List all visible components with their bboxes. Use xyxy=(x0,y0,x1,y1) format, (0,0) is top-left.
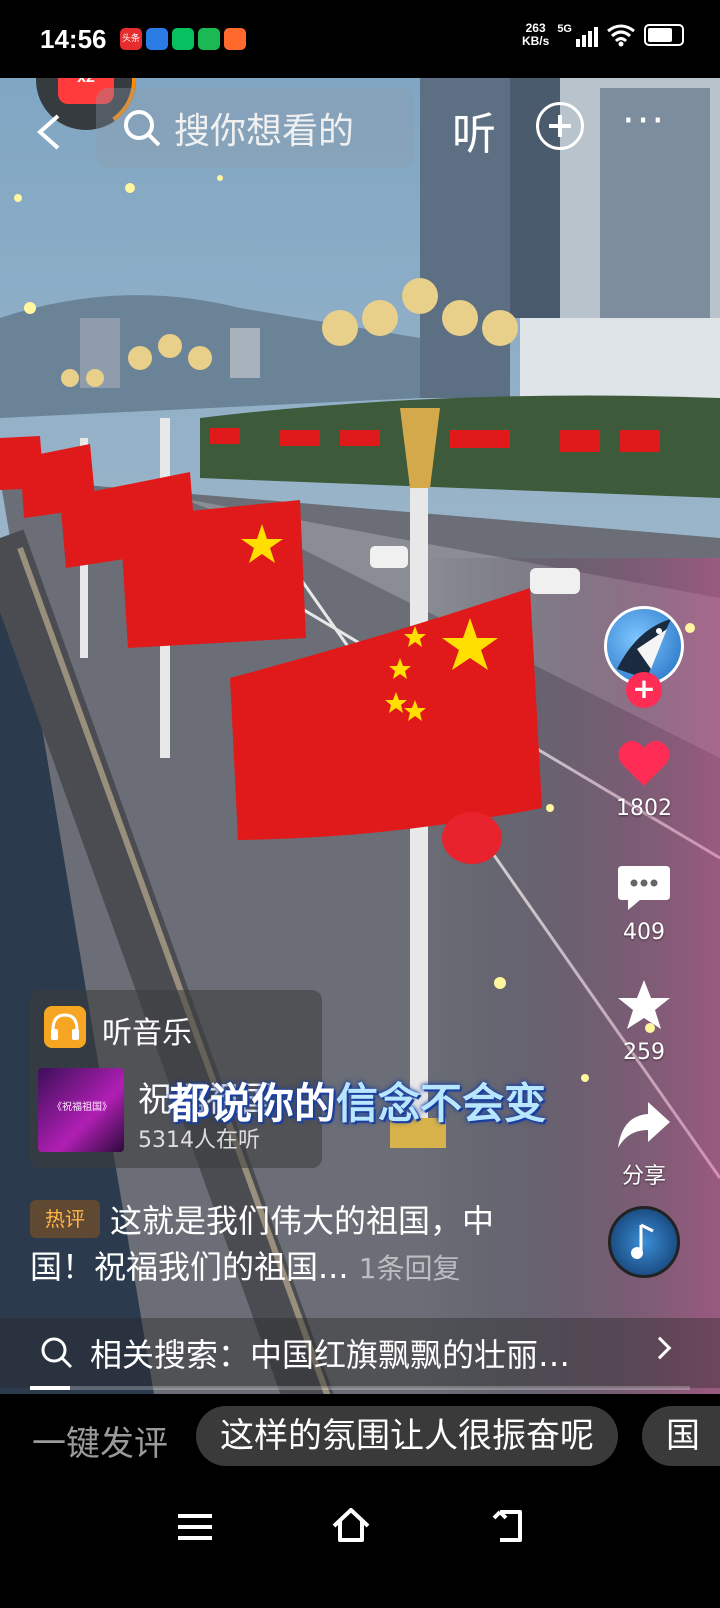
search-icon xyxy=(124,110,161,147)
subtitle-prefix: 都说你的 xyxy=(168,1079,337,1128)
toutiao-icon: 头条 xyxy=(120,28,142,50)
search-placeholder: 搜你想看的 xyxy=(174,111,355,152)
music-card-title: 听音乐 xyxy=(102,1016,192,1051)
app-orange-icon xyxy=(224,28,246,50)
album-cover-text: 《祝福祖国》 xyxy=(52,1102,112,1113)
wifi-icon xyxy=(607,24,635,47)
comment-button[interactable]: 409 xyxy=(600,862,688,945)
reply-link[interactable]: 1条回复 xyxy=(359,1252,461,1285)
related-search-text: 相关搜索：中国红旗飘飘的壮丽… xyxy=(90,1336,571,1374)
notification-icons: 头条 xyxy=(120,28,246,50)
favorite-count: 259 xyxy=(623,1040,665,1065)
back-nav-icon[interactable] xyxy=(490,1508,526,1544)
app-green-icon xyxy=(198,28,220,50)
navigation-bar xyxy=(0,1484,720,1608)
album-cover: 《祝福祖国》 xyxy=(38,1068,124,1152)
status-bar: 14:56 头条 263 KB/s 5G xyxy=(0,0,720,78)
comment-icon xyxy=(618,866,670,910)
chevron-right-icon xyxy=(648,1336,672,1360)
search-icon xyxy=(41,1337,73,1369)
search-box[interactable]: 搜你想看的 xyxy=(96,88,414,168)
comment-bar: 一键发评 这样的氛围让人很振奋呢 国 xyxy=(0,1394,720,1484)
comment-chip[interactable]: 国 xyxy=(642,1406,720,1466)
signal-icon: 5G xyxy=(557,23,598,47)
home-icon[interactable] xyxy=(330,1506,372,1546)
comment-count: 409 xyxy=(623,920,665,945)
hot-comment[interactable]: 这就是我们伟大的祖国，中国！祝福我们的祖国... 1条回复 xyxy=(30,1198,550,1292)
menu-icon[interactable] xyxy=(176,1510,214,1544)
headphones-icon xyxy=(44,1006,86,1048)
like-count: 1802 xyxy=(616,796,672,821)
more-icon[interactable]: ··· xyxy=(622,98,666,144)
playback-progress[interactable] xyxy=(30,1386,690,1390)
related-search-bar[interactable]: 相关搜索：中国红旗飘飘的壮丽… xyxy=(0,1318,720,1388)
back-icon[interactable] xyxy=(30,112,70,152)
status-time: 14:56 xyxy=(40,24,107,54)
battery-icon xyxy=(644,24,684,46)
music-note-icon xyxy=(631,1223,654,1259)
comment-chip[interactable]: 这样的氛围让人很振奋呢 xyxy=(196,1406,618,1466)
publish-button[interactable] xyxy=(536,102,584,150)
status-right: 263 KB/s 5G xyxy=(522,22,684,48)
listen-button[interactable]: 听 xyxy=(452,98,496,162)
quick-comment-label: 一键发评 xyxy=(32,1424,168,1464)
subtitle-highlight: 信念不会变 xyxy=(336,1079,547,1128)
follow-button[interactable]: + xyxy=(626,672,662,708)
playback-progress-fill xyxy=(30,1386,70,1390)
heart-icon xyxy=(618,740,670,786)
net-speed: 263 KB/s xyxy=(521,21,550,48)
like-button[interactable]: 1802 xyxy=(600,738,688,821)
share-icon xyxy=(618,1102,670,1148)
star-icon xyxy=(618,980,670,1029)
share-label: 分享 xyxy=(621,1164,666,1189)
video-subtitle: 都说你的信念不会变 xyxy=(168,1070,546,1131)
favorite-button[interactable]: 259 xyxy=(600,978,688,1065)
share-button[interactable]: 分享 xyxy=(600,1100,688,1190)
music-disc[interactable] xyxy=(608,1206,680,1278)
wechat-icon xyxy=(172,28,194,50)
app-blue-icon xyxy=(146,28,168,50)
video-player[interactable]: x2 搜你想看的 听 ··· + 1802 409 xyxy=(0,78,720,1430)
